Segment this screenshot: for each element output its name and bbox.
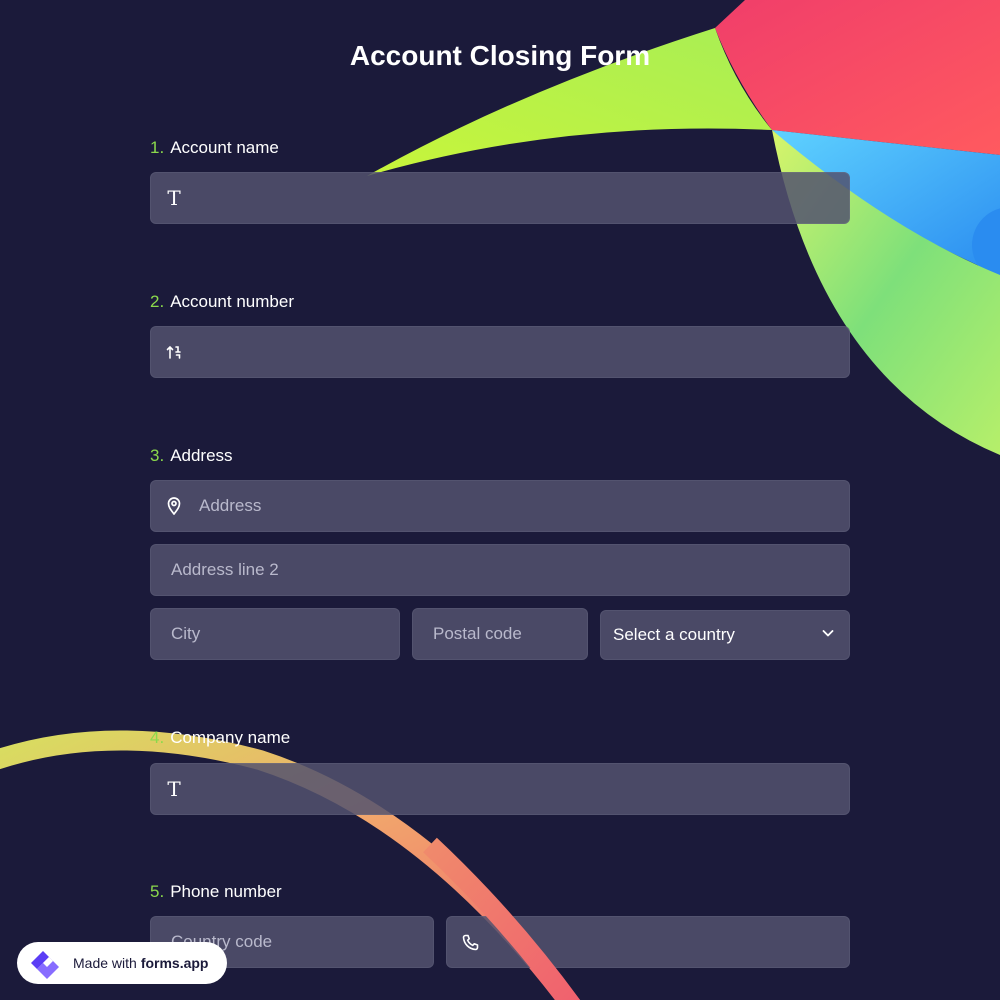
form-page: Account Closing Form 1. Account name T 2.… bbox=[0, 0, 1000, 1000]
question-text: Address bbox=[170, 446, 233, 465]
text-icon: T bbox=[167, 186, 181, 210]
address-line1-input[interactable]: Address bbox=[150, 480, 850, 532]
question-text: Company name bbox=[170, 728, 291, 747]
address-line2-placeholder: Address line 2 bbox=[171, 560, 279, 579]
country-select-value: Select a country bbox=[613, 625, 735, 644]
question-number: 1. bbox=[150, 138, 165, 157]
chevron-down-icon bbox=[821, 625, 835, 645]
question-text: Phone number bbox=[170, 882, 282, 901]
city-placeholder: City bbox=[171, 624, 201, 643]
city-input[interactable]: City bbox=[150, 608, 400, 660]
question-text: Account name bbox=[170, 138, 279, 157]
phone-icon bbox=[447, 934, 493, 951]
map-pin-icon bbox=[151, 497, 197, 515]
question-label-company-name: 4. Company name bbox=[150, 728, 290, 748]
question-number: 3. bbox=[150, 446, 165, 465]
question-number: 2. bbox=[150, 292, 165, 311]
text-icon: T bbox=[167, 777, 181, 801]
account-name-input[interactable]: T bbox=[150, 172, 850, 224]
question-number: 5. bbox=[150, 882, 165, 901]
address-line2-input[interactable]: Address line 2 bbox=[150, 544, 850, 596]
badge-prefix: Made with bbox=[73, 955, 137, 971]
forms-app-logo-icon bbox=[25, 946, 65, 980]
phone-number-input[interactable] bbox=[446, 916, 850, 968]
question-label-address: 3. Address bbox=[150, 446, 233, 466]
question-label-account-number: 2. Account number bbox=[150, 292, 294, 312]
number-icon bbox=[151, 344, 197, 360]
question-number: 4. bbox=[150, 728, 165, 747]
company-name-input[interactable]: T bbox=[150, 763, 850, 815]
page-title: Account Closing Form bbox=[349, 40, 651, 71]
question-label-account-name: 1. Account name bbox=[150, 138, 279, 158]
question-label-phone-number: 5. Phone number bbox=[150, 882, 282, 902]
badge-brand: forms.app bbox=[140, 955, 209, 971]
account-number-input[interactable] bbox=[150, 326, 850, 378]
postal-code-input[interactable]: Postal code bbox=[412, 608, 588, 660]
address-placeholder: Address bbox=[199, 496, 262, 515]
question-text: Account number bbox=[170, 292, 294, 311]
postal-code-placeholder: Postal code bbox=[433, 624, 522, 643]
country-select[interactable]: Select a country bbox=[600, 610, 850, 660]
made-with-badge[interactable]: Made with forms.app bbox=[17, 942, 227, 984]
